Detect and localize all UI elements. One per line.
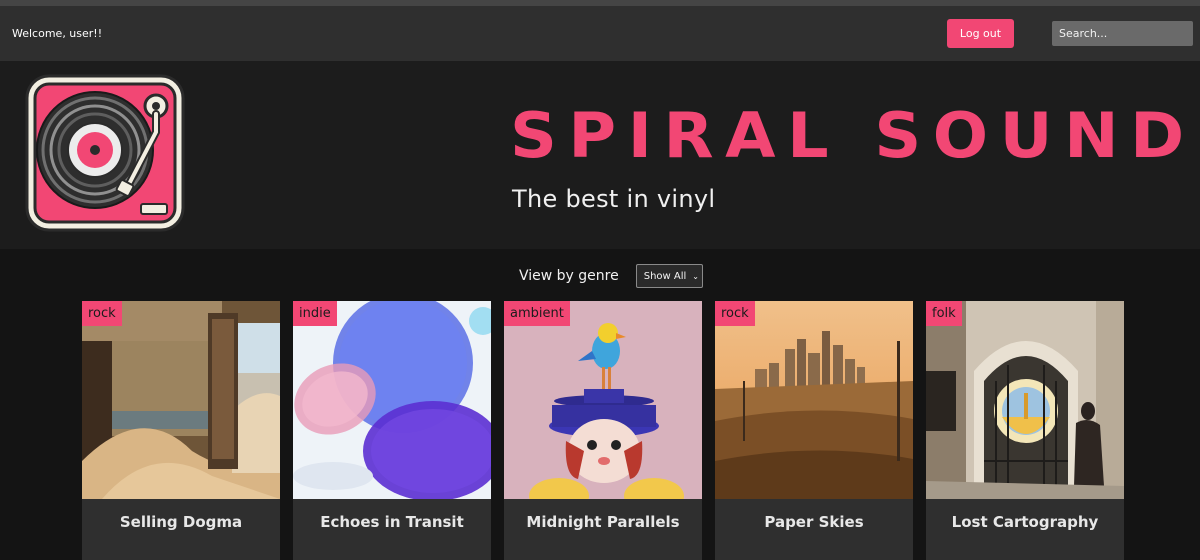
desert-house-icon bbox=[82, 301, 280, 499]
navbar: Welcome, user!! Log out bbox=[0, 6, 1200, 61]
genre-filter-label: View by genre bbox=[519, 268, 619, 284]
album-title: Lost Cartography bbox=[951, 513, 1099, 531]
search-input[interactable] bbox=[1052, 21, 1193, 46]
site-header: SPIRAL SOUNDS The best in vinyl bbox=[0, 61, 1200, 249]
album-card[interactable]: rock Selling Dogma bbox=[82, 301, 280, 560]
album-title: Selling Dogma bbox=[119, 513, 243, 531]
album-title: Echoes in Transit bbox=[320, 513, 464, 531]
city-sunset-icon bbox=[715, 301, 913, 499]
turntable-logo-icon[interactable] bbox=[25, 74, 185, 232]
album-card[interactable]: folk Lost Cartography bbox=[926, 301, 1124, 560]
album-card[interactable]: indie Echoes in Transit bbox=[293, 301, 491, 560]
welcome-text: Welcome, user!! bbox=[12, 27, 103, 40]
genre-tag: indie bbox=[293, 301, 337, 326]
genre-tag: rock bbox=[82, 301, 122, 326]
album-card[interactable]: rock Paper Skies bbox=[715, 301, 913, 560]
album-card[interactable]: ambient Midnight Parallels bbox=[504, 301, 702, 560]
genre-tag: ambient bbox=[504, 301, 570, 326]
bird-hat-figure-icon bbox=[504, 301, 702, 499]
genre-filter: View by genre Show All ⌄ bbox=[519, 264, 703, 288]
genre-tag: rock bbox=[715, 301, 755, 326]
genre-select[interactable]: Show All ⌄ bbox=[635, 264, 703, 288]
genre-select-value: Show All bbox=[643, 270, 687, 282]
chevron-down-icon: ⌄ bbox=[692, 271, 699, 281]
album-title: Midnight Parallels bbox=[526, 513, 680, 531]
ornate-gate-icon bbox=[926, 301, 1124, 499]
tagline: The best in vinyl bbox=[512, 185, 716, 213]
glass-discs-icon bbox=[293, 301, 491, 499]
album-title: Paper Skies bbox=[764, 513, 864, 531]
genre-tag: folk bbox=[926, 301, 962, 326]
logout-button[interactable]: Log out bbox=[947, 19, 1014, 48]
brand-title: SPIRAL SOUNDS bbox=[510, 99, 1200, 172]
